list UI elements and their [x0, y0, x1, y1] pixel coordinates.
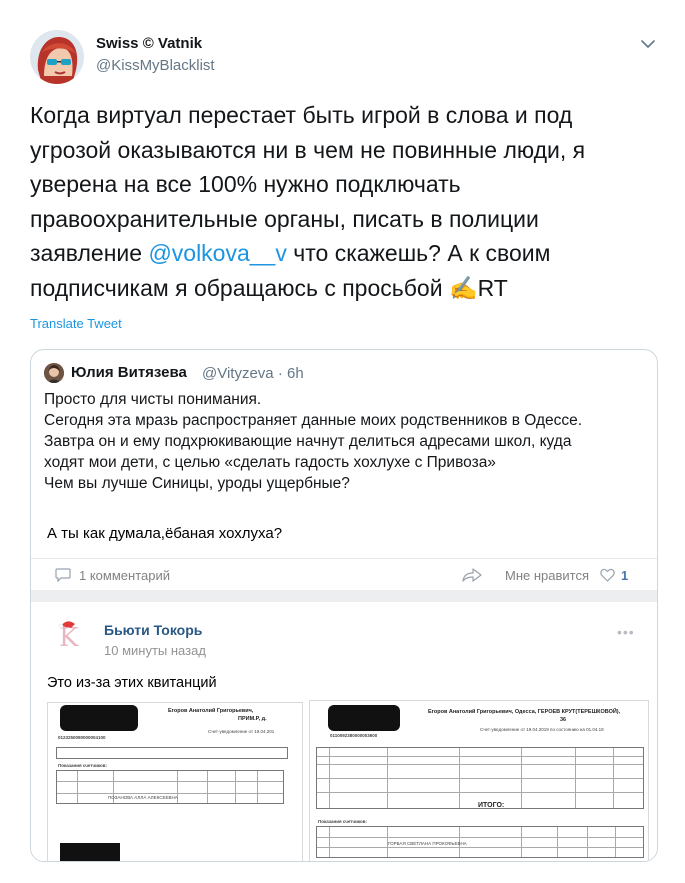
receipt-section: Показания счетчиков:: [58, 763, 108, 768]
quoted-text-line: Сегодня эта мразь распространяет данные …: [44, 412, 583, 429]
quoted-author-avatar: [44, 363, 64, 383]
tweet-text-line: правоохранительные органы, писать в поли…: [30, 205, 539, 232]
chevron-down-icon[interactable]: [638, 34, 658, 54]
quoted-tweet[interactable]: Юлия Витязева @Vityzeva · 6h Просто для …: [30, 349, 658, 862]
receipt-date: Счет-уведомление от 19.04.2019 по состоя…: [480, 727, 604, 732]
author-display-name[interactable]: Swiss © Vatnik: [96, 35, 202, 52]
tweet-text-segment: заявление: [30, 240, 149, 266]
receipt-address: ПРИМ.Р, д.: [238, 716, 267, 722]
tweet-text: Когда виртуал перестает быть игрой в сло…: [30, 98, 660, 305]
more-options-icon: •••: [617, 624, 635, 640]
receipt-date: Счет-уведомление от 19.04.201: [208, 729, 275, 734]
receipt-total-label: ИТОГО:: [478, 802, 505, 809]
like-label: Мне нравится: [505, 568, 590, 583]
vk-post-time: 10 минуты назад: [104, 643, 206, 658]
tweet-text-line: Когда виртуал перестает быть игрой в сло…: [30, 102, 573, 128]
share-icon: [462, 568, 482, 582]
quoted-author-meta: @Vityzeva · 6h: [202, 365, 304, 382]
tweet-text-line: подписчикам я обращаюсь с просьбой ✍RT: [30, 271, 660, 306]
receipt-name: Егоров Анатолий Григорьевич, Одесса, ГЕР…: [428, 709, 621, 715]
vk-post-card: А ты как думала,ёбаная хохлуха? 1 коммен…: [31, 498, 657, 590]
quoted-text-line: Просто для чисты понимания.: [44, 391, 262, 408]
vk-post-card: K Бьюти Токорь 10 минуты назад ••• Это и…: [31, 602, 657, 861]
tweet-text-segment: подписчикам я обращаюсь с просьбой: [30, 274, 449, 301]
comments-count: 1 комментарий: [79, 568, 170, 583]
tweet-text-segment: RT: [477, 274, 508, 301]
qr-code: [60, 843, 120, 861]
likes-count: 1: [621, 568, 629, 583]
quoted-text-line: Завтра он и ему подхрюкивающие начнут де…: [44, 433, 572, 450]
receipt-name: Егоров Анатолий Григорьевич,: [168, 708, 254, 714]
receipt-payer: ПОЗАНОВА АЛЛА АЛЕКСЕЕВНА: [108, 795, 178, 800]
mention-link[interactable]: @volkova__v: [148, 240, 286, 266]
comment-icon: [55, 568, 71, 582]
receipt-account: 0110092380000003600: [330, 733, 378, 738]
quoted-text-line: ходят мои дети, с целью «сделать гадость…: [44, 454, 496, 471]
receipt-table: [316, 747, 644, 809]
receipt-table: [56, 747, 288, 759]
avatar-illustration: [30, 30, 84, 84]
tweet-text-line: заявление @volkova__v что скажешь? А к с…: [30, 236, 660, 271]
receipt-document: Егоров Анатолий Григорьевич, Одесса, ГЕР…: [309, 700, 649, 861]
writing-hand-emoji: ✍: [448, 274, 478, 301]
vk-post-caption: Это из-за этих квитанций: [47, 675, 217, 691]
quoted-media-image[interactable]: А ты как думала,ёбаная хохлуха? 1 коммен…: [31, 498, 657, 861]
receipt-section: Показания счетчиков:: [318, 819, 368, 824]
vk-post-author: Бьюти Токорь: [104, 622, 203, 638]
quoted-author-name: Юлия Витязева: [71, 364, 187, 381]
author-avatar[interactable]: [30, 30, 84, 84]
tweet-text-segment: что скажешь? А к своим: [286, 240, 551, 266]
vk-post-actions: 1 комментарий Мне нравится 1: [31, 558, 657, 591]
receipt-account: 0123250090000004100: [58, 735, 106, 740]
tweet: Swiss © Vatnik @KissMyBlacklist Когда ви…: [0, 0, 685, 883]
tweet-text-line: угрозой оказываются ни в чем не повинные…: [30, 136, 586, 163]
receipt-payer: ГОРБАЯ СВЕТЛАНА ПРОКОФЬЕВНА: [388, 841, 467, 846]
receipt-document: Егоров Анатолий Григорьевич, ПРИМ.Р, д. …: [47, 702, 303, 861]
quoted-avatar-illustration: [44, 363, 64, 383]
redaction-mark: [60, 705, 138, 731]
tweet-text-line: уверена на все 100% нужно подключать: [30, 171, 461, 197]
translate-tweet-link[interactable]: Translate Tweet: [30, 316, 122, 331]
redaction-mark: [328, 705, 400, 731]
author-handle[interactable]: @KissMyBlacklist: [96, 57, 215, 74]
receipt-table: [316, 826, 644, 858]
quoted-text-line: Чем вы лучше Синицы, уроды ущербные?: [44, 475, 350, 492]
vk-post-text: А ты как думала,ёбаная хохлуха?: [47, 525, 283, 542]
quoted-tweet-text: Просто для чисты понимания. Сегодня эта …: [44, 389, 644, 494]
community-logo-icon: K: [58, 621, 79, 652]
receipt-house: 36: [560, 717, 567, 723]
heart-icon: [600, 568, 615, 582]
